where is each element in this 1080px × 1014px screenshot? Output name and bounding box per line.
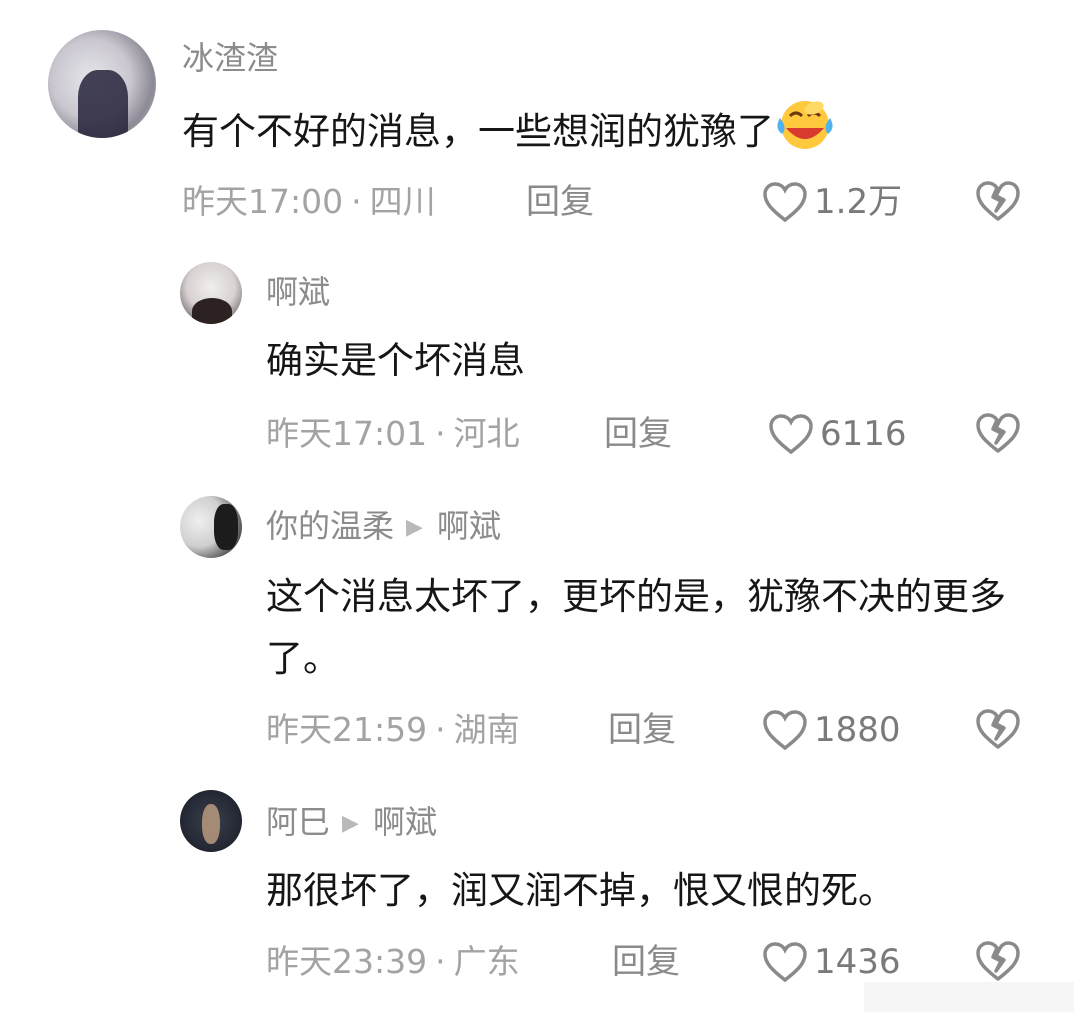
comment-location: 湖南 xyxy=(453,710,520,749)
meta-separator: · xyxy=(435,414,446,453)
reply-button[interactable]: 回复 xyxy=(608,708,676,752)
dislike-button[interactable] xyxy=(974,708,1022,754)
meta-separator: · xyxy=(435,942,446,981)
comment-username-line: 阿巳 ▶ 啊斌 xyxy=(266,802,437,844)
comment-username-line: 你的温柔 ▶ 啊斌 xyxy=(266,506,501,548)
triangle-right-icon: ▶ xyxy=(342,811,359,836)
reply-button[interactable]: 回复 xyxy=(604,412,672,456)
comment-text-wrapper: 有个不好的消息，一些想润的犹豫了 xyxy=(182,98,836,169)
avatar[interactable] xyxy=(48,30,156,138)
triangle-right-icon: ▶ xyxy=(406,515,423,540)
comment-time: 昨天17:00 xyxy=(182,182,344,221)
like-count: 6116 xyxy=(820,414,907,454)
comment-text: 那很坏了，润又润不掉，恨又恨的死。 xyxy=(266,869,895,912)
comment-location: 四川 xyxy=(369,182,436,221)
like-button[interactable]: 6116 xyxy=(768,412,907,456)
avatar[interactable] xyxy=(180,262,242,324)
comment-meta: 昨天21:59 · 湖南 xyxy=(266,708,520,752)
laughing-crying-emoji-icon xyxy=(774,98,836,169)
broken-heart-icon xyxy=(976,181,1020,221)
avatar[interactable] xyxy=(180,496,242,558)
comment-username[interactable]: 冰渣渣 xyxy=(182,38,278,78)
avatar[interactable] xyxy=(180,790,242,852)
comment-location: 广东 xyxy=(453,942,520,981)
reply-button[interactable]: 回复 xyxy=(526,180,594,224)
like-count: 1.2万 xyxy=(814,182,903,222)
reply-to-username[interactable]: 啊斌 xyxy=(373,803,437,841)
comment-meta: 昨天17:01 · 河北 xyxy=(266,412,520,456)
comment-time: 昨天21:59 xyxy=(266,710,428,749)
comment-text: 有个不好的消息，一些想润的犹豫了 xyxy=(182,110,774,153)
heart-outline-icon xyxy=(763,942,807,983)
heart-outline-icon xyxy=(763,710,807,751)
comment-meta: 昨天17:00 · 四川 xyxy=(182,180,436,224)
comment-time: 昨天17:01 xyxy=(266,414,428,453)
comment-username[interactable]: 啊斌 xyxy=(266,272,330,312)
watermark-overlay xyxy=(864,982,1074,1012)
dislike-button[interactable] xyxy=(974,180,1022,226)
like-button[interactable]: 1.2万 xyxy=(762,180,902,224)
reply-to-username[interactable]: 啊斌 xyxy=(437,507,501,545)
broken-heart-icon xyxy=(976,413,1020,453)
meta-separator: · xyxy=(435,710,446,749)
dislike-button[interactable] xyxy=(974,940,1022,986)
comment-text: 确实是个坏消息 xyxy=(266,339,525,382)
heart-outline-icon xyxy=(763,182,807,223)
dislike-button[interactable] xyxy=(974,412,1022,458)
comment-meta: 昨天23:39 · 广东 xyxy=(266,940,520,984)
reply-button[interactable]: 回复 xyxy=(612,940,680,984)
broken-heart-icon xyxy=(976,709,1020,749)
meta-separator: · xyxy=(351,182,362,221)
like-count: 1436 xyxy=(814,942,901,982)
like-count: 1880 xyxy=(814,710,901,750)
heart-outline-icon xyxy=(769,414,813,455)
comment-username[interactable]: 你的温柔 xyxy=(266,507,394,545)
comment-time: 昨天23:39 xyxy=(266,942,428,981)
comment-username[interactable]: 阿巳 xyxy=(266,803,330,841)
broken-heart-icon xyxy=(976,941,1020,981)
comment-text: 这个消息太坏了，更坏的是，犹豫不决的更多了。 xyxy=(266,575,1006,680)
like-button[interactable]: 1436 xyxy=(762,940,901,984)
like-button[interactable]: 1880 xyxy=(762,708,901,752)
comment-location: 河北 xyxy=(453,414,520,453)
